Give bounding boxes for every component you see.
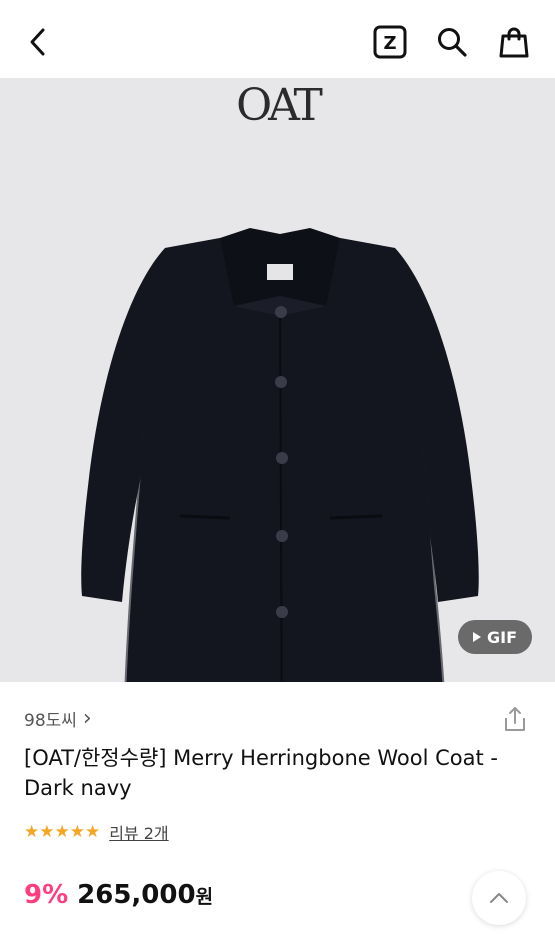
- rating-stars: ★★★★★: [24, 822, 101, 842]
- discount-rate: 9%: [24, 880, 69, 910]
- seller-name: 98도씨: [24, 711, 77, 731]
- z-icon: Z: [373, 25, 407, 59]
- chevron-right-icon: ›: [82, 706, 92, 731]
- price-value: 265,000: [77, 880, 196, 910]
- product-image[interactable]: OAT GIF: [0, 78, 555, 682]
- brand-logo: OAT: [236, 80, 323, 131]
- share-button[interactable]: [500, 704, 530, 734]
- top-bar: Z: [0, 0, 555, 78]
- chevron-left-icon: [30, 28, 45, 56]
- play-icon: [472, 632, 481, 642]
- seller-link[interactable]: 98도씨 ›: [24, 706, 92, 732]
- review-count-link[interactable]: 리뷰 2개: [109, 820, 168, 844]
- search-button[interactable]: [432, 22, 472, 62]
- share-icon: [505, 707, 525, 731]
- price: 265,000원: [77, 880, 213, 910]
- cart-button[interactable]: [494, 22, 534, 62]
- z-button[interactable]: Z: [370, 22, 410, 62]
- gif-badge[interactable]: GIF: [458, 620, 532, 654]
- scroll-to-top-button[interactable]: [472, 871, 526, 925]
- z-icon-letter: Z: [383, 33, 396, 54]
- rating-row: ★★★★★ 리뷰 2개: [24, 820, 169, 844]
- price-row: 9% 265,000원: [24, 880, 213, 910]
- currency: 원: [195, 886, 214, 908]
- product-title: [OAT/한정수량] Merry Herringbone Wool Coat -…: [24, 746, 498, 800]
- back-button[interactable]: [18, 22, 58, 62]
- coat-image: [81, 228, 479, 682]
- gif-label: GIF: [486, 627, 517, 647]
- shopping-bag-icon: [499, 27, 529, 58]
- search-icon: [438, 28, 467, 57]
- chevron-up-icon: [490, 893, 508, 903]
